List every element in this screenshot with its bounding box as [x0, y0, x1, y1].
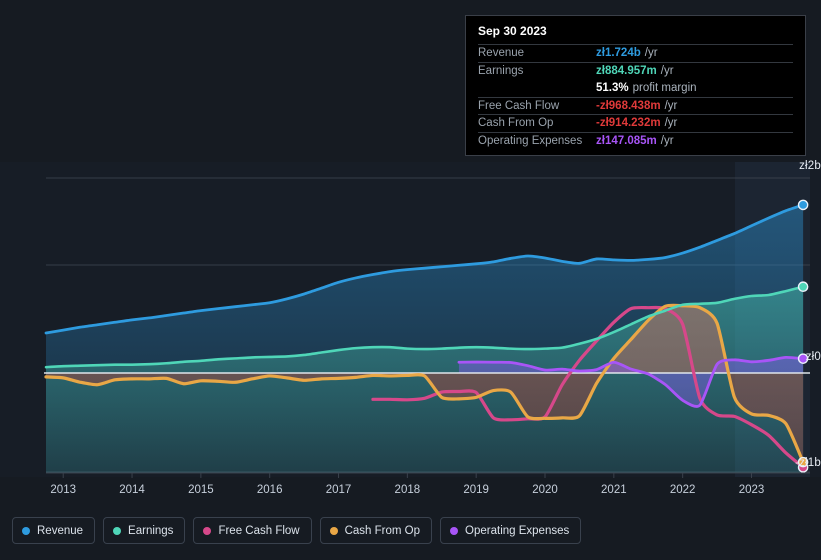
tooltip-row-label: Cash From Op: [478, 117, 554, 130]
tooltip-row: Revenue zł1.724b/yr: [478, 44, 793, 62]
y-axis-tick-2b: zł2b: [799, 160, 821, 172]
x-axis-tick-2018: 2018: [394, 484, 421, 496]
legend-color-dot-icon: [329, 526, 338, 535]
x-axis-tick-2021: 2021: [601, 484, 627, 496]
tooltip-row: Free Cash Flow -zł968.438m/yr: [478, 96, 793, 115]
legend-item-label: Free Cash Flow: [218, 524, 300, 537]
x-axis-tick-2020: 2020: [532, 484, 558, 496]
tooltip-row-value: -zł914.232m: [596, 117, 661, 130]
tooltip-row: Cash From Op -zł914.232m/yr: [478, 114, 793, 132]
chart-legend: Revenue Earnings Free Cash Flow Cash From O…: [12, 517, 582, 544]
legend-color-dot-icon: [203, 526, 212, 535]
tooltip-row-label: Earnings: [478, 64, 524, 77]
tooltip-row-value: -zł968.438m: [596, 99, 661, 112]
tooltip-row-unit: /yr: [660, 134, 674, 147]
earnings-endpoint-marker: [797, 281, 809, 293]
y-axis-tick-0: zł0: [805, 351, 821, 363]
x-axis-tick-2015: 2015: [188, 484, 214, 496]
tooltip-row-unit: /yr: [644, 47, 658, 60]
tooltip-rows: Revenue zł1.724b/yr Earnings zł884.957m/yr 5…: [478, 44, 793, 149]
tooltip-row-value: zł147.085m: [596, 134, 657, 147]
legend-item-cash-from-op[interactable]: Cash From Op: [319, 517, 433, 544]
tooltip-row-label: Free Cash Flow: [478, 99, 560, 112]
legend-item-free-cash-flow[interactable]: Free Cash Flow: [193, 517, 312, 544]
tooltip-date: Sep 30 2023: [478, 24, 547, 38]
legend-item-earnings[interactable]: Earnings: [103, 517, 186, 544]
x-axis-tick-2016: 2016: [256, 484, 283, 496]
x-axis-tick-2023: 2023: [738, 484, 765, 496]
tooltip-row-value: zł1.724b: [596, 47, 641, 60]
tooltip-row-unit: /yr: [664, 99, 678, 112]
tooltip-row-unit: /yr: [664, 117, 678, 130]
y-axis-tick-neg1b: -zł1b: [795, 457, 821, 469]
legend-color-dot-icon: [113, 526, 122, 535]
tooltip-row-unit: /yr: [660, 64, 674, 77]
legend-color-dot-icon: [450, 526, 459, 535]
tooltip-row: Earnings zł884.957m/yr: [478, 61, 793, 80]
tooltip-row-label: Operating Expenses: [478, 134, 583, 147]
tooltip-row-label: Revenue: [478, 47, 525, 60]
x-axis-tick-2014: 2014: [119, 484, 145, 496]
legend-item-operating-expenses[interactable]: Operating Expenses: [440, 517, 582, 544]
chart-page: zł2b zł0 -zł1b 2013 2014 2015 2016 2017 2018 2…: [0, 0, 821, 560]
revenue-endpoint-marker: [797, 199, 809, 211]
x-axis-tick-2013: 2013: [50, 484, 76, 496]
tooltip-row-unit: profit margin: [632, 81, 697, 94]
x-axis-tick-2019: 2019: [463, 484, 489, 496]
tooltip-row-value: zł884.957m: [596, 64, 657, 77]
legend-item-label: Earnings: [128, 524, 174, 537]
legend-item-label: Cash From Op: [344, 524, 421, 537]
legend-item-label: Revenue: [37, 524, 84, 537]
tooltip-row-value: 51.3%: [596, 81, 629, 94]
x-axis-tick-2017: 2017: [325, 484, 352, 496]
legend-item-revenue[interactable]: Revenue: [12, 517, 96, 544]
tooltip-row: 51.3% profit margin: [478, 79, 793, 97]
tooltip-row: Operating Expenses zł147.085m/yr: [478, 131, 793, 150]
x-axis-tick-2022: 2022: [669, 484, 696, 496]
legend-item-label: Operating Expenses: [465, 524, 570, 537]
legend-color-dot-icon: [22, 526, 30, 535]
chart-tooltip: Sep 30 2023 Revenue zł1.724b/yr Earnings zł…: [465, 15, 806, 156]
